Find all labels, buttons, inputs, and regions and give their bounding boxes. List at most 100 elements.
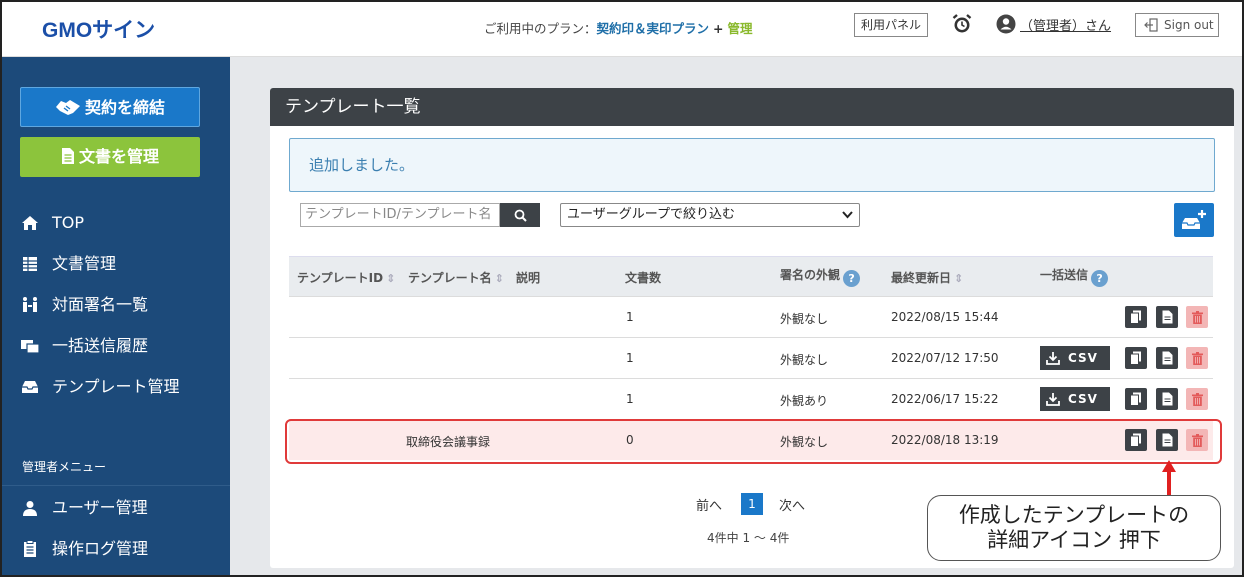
help-icon[interactable]: ? [843,270,861,287]
search-box: テンプレートID/テンプレート名 [300,203,540,227]
header-template-id[interactable]: テンプレートID ⇕ [297,269,395,286]
success-alert: 追加しました。 [289,138,1215,192]
copy-button[interactable] [1125,429,1147,451]
user-group-filter-select[interactable]: ユーザーグループで絞り込む [560,203,860,227]
logo[interactable]: GMOサイン [42,14,155,44]
cell-template-name[interactable]: 取締役会議事録 [406,433,490,450]
sidebar-item-label: 操作ログ管理 [52,539,149,558]
search-icon [514,209,527,222]
sidebar-item-label: 対面署名一覧 [52,295,149,314]
manage-documents-label: 文書を管理 [78,147,159,166]
sidebar-item-label: TOP [52,213,85,232]
delete-button[interactable] [1186,388,1208,410]
next-page-link[interactable]: 次へ [779,495,805,514]
sidebar-item-label: 文書管理 [52,254,117,273]
callout-line-1: 作成したテンプレートの [958,503,1190,527]
table-icon [20,255,40,273]
manage-documents-button[interactable]: 文書を管理 [20,137,200,177]
add-template-button[interactable] [1174,203,1214,237]
top-header: GMOサイン ご利用中のプラン：契約印＆実印プラン + 管理 利用パネル （管理… [0,0,1244,57]
cell-appearance: 外観なし [780,435,829,449]
sidebar-item-logs[interactable]: 操作ログ管理 [20,537,148,561]
detail-button[interactable] [1156,347,1178,369]
sign-contract-button[interactable]: 契約を締結 [20,87,200,127]
sidebar-item-face-to-face[interactable]: 対面署名一覧 [20,293,148,317]
download-icon [1046,393,1060,406]
copy-icon [1130,351,1141,365]
sidebar-item-users[interactable]: ユーザー管理 [20,496,148,520]
cell-doc-count: 1 [626,351,634,365]
detail-button[interactable] [1156,429,1178,451]
bulk-send-icon [20,337,40,355]
chevron-down-icon [842,211,853,219]
sidebar-item-label: ユーザー管理 [52,498,148,517]
user-avatar-icon [996,14,1016,34]
document-icon [61,148,74,164]
help-icon[interactable]: ? [1091,270,1109,287]
cell-appearance: 外観なし [780,353,829,367]
csv-download-button[interactable]: CSV [1040,346,1110,370]
trash-icon [1191,392,1203,406]
signout-button[interactable]: Sign out [1135,13,1219,37]
header-bulk-send: 一括送信? [1040,266,1109,287]
cell-doc-count: 1 [626,310,634,324]
trash-icon [1191,310,1203,324]
download-icon [1046,352,1060,365]
page-number-current[interactable]: 1 [741,493,763,515]
csv-label: CSV [1068,392,1098,406]
header-updated[interactable]: 最終更新日 ⇕ [891,269,963,286]
delete-button[interactable] [1186,429,1208,451]
cell-appearance: 外観あり [780,394,829,408]
detail-button[interactable] [1156,306,1178,328]
cell-doc-count: 1 [626,392,634,406]
pagination-summary: 4件中 1 〜 4件 [707,531,790,545]
document-detail-icon [1162,310,1172,324]
prev-page-link[interactable]: 前へ [696,495,722,514]
copy-button[interactable] [1125,306,1147,328]
people-icon [20,296,40,314]
search-input[interactable]: テンプレートID/テンプレート名 [300,203,500,227]
document-detail-icon [1162,433,1172,447]
delete-button[interactable] [1186,306,1208,328]
cell-updated: 2022/06/17 15:22 [891,392,999,406]
search-button[interactable] [500,203,540,227]
alarm-clock-icon[interactable] [951,13,973,35]
sign-contract-label: 契約を締結 [84,98,165,117]
user-name-link[interactable]: （管理者）さん [1020,15,1111,34]
trash-icon [1191,351,1203,365]
copy-button[interactable] [1125,388,1147,410]
sidebar: 契約を締結 文書を管理 TOP 文書管理 対面署名一覧 一括送信履歴 テンプレー… [2,57,230,577]
log-icon [20,540,40,558]
trash-icon [1191,433,1203,447]
callout-line-2: 詳細アイコン 押下 [987,528,1161,552]
header-doc-count: 文書数 [625,271,662,285]
document-detail-icon [1162,392,1172,406]
copy-icon [1130,392,1141,406]
table-row: 1 外観なし 2022/07/12 17:50 CSV [289,337,1213,378]
annotation-arrow [1162,460,1176,498]
cell-updated: 2022/07/12 17:50 [891,351,999,365]
plan-prefix: ご利用中のプラン： [484,21,597,36]
csv-label: CSV [1068,351,1098,365]
home-icon [20,214,40,232]
sidebar-item-bulk-history[interactable]: 一括送信履歴 [20,334,148,358]
csv-download-button[interactable]: CSV [1040,387,1110,411]
annotation-callout: 作成したテンプレートの 詳細アイコン 押下 [927,495,1221,561]
document-detail-icon [1162,351,1172,365]
sidebar-item-label: テンプレート管理 [52,377,180,396]
delete-button[interactable] [1186,347,1208,369]
sidebar-item-top[interactable]: TOP [20,211,84,235]
sidebar-item-templates[interactable]: テンプレート管理 [20,375,180,399]
table-header: テンプレートID ⇕ テンプレート名 ⇕ 説明 文書数 署名の外観? 最終更新日 ⇕ … [289,256,1213,296]
copy-icon [1130,433,1141,447]
table-row: 1 外観なし 2022/08/15 15:44 [289,296,1213,337]
signout-label: Sign out [1164,18,1214,32]
detail-button[interactable] [1156,388,1178,410]
copy-button[interactable] [1125,347,1147,369]
add-template-icon [1182,210,1206,229]
cell-appearance: 外観なし [780,312,829,326]
handshake-icon [55,100,80,115]
usage-panel-button[interactable]: 利用パネル [854,13,929,37]
sidebar-item-documents[interactable]: 文書管理 [20,252,116,276]
header-template-name[interactable]: テンプレート名 ⇕ [408,269,504,286]
